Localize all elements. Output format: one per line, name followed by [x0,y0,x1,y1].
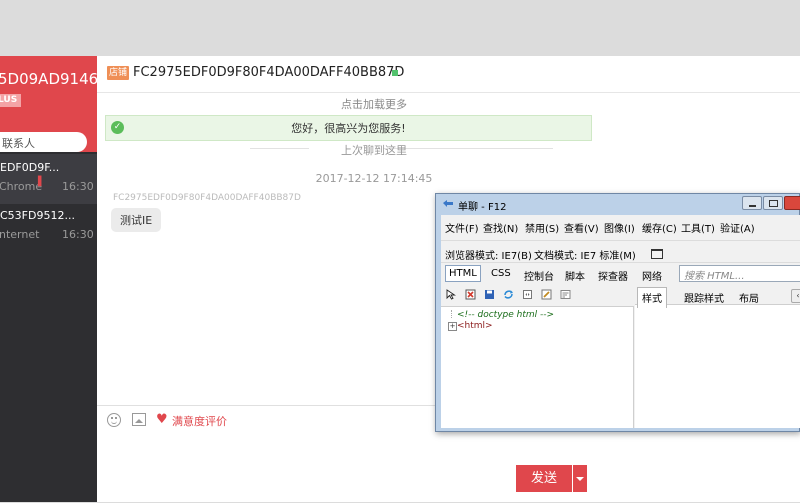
devtools-menubar: 文件(F) 查找(N) 禁用(S) 查看(V) 图像(I) 缓存(C) 工具(T… [441,215,800,237]
sidebar: 5D09AD9146... LUS 联系人 EDF0D9F... Chrome … [0,56,97,502]
menu-file[interactable]: 文件(F) [445,220,479,235]
contact-search-input[interactable]: 联系人 [0,132,87,152]
tab-layout[interactable]: 布局 [736,289,762,306]
devtools-window[interactable]: 单聊 - F12 文件(F) 查找(N) 禁用(S) 查看(V) 图像(I) 缓… [435,193,800,432]
online-status-icon [392,70,398,76]
session-id: C53FD9512... [0,209,75,222]
chat-header: 店铺 FC2975EDF0D9F80F4DA00DAFF40BB87D [97,56,800,93]
current-user-panel: 5D09AD9146... LUS 联系人 [0,56,97,152]
message-bubble: 测试IE [111,208,162,232]
devtools-modebar: 浏览器模式: IE7(B) 文档模式: IE7 标准(M) [441,240,800,262]
style-panel-tabs: 样式 跟踪样式 布局 ‹ [635,286,800,308]
last-read-text: 上次聊到这里 [341,144,407,157]
html-search-placeholder: 搜索 HTML... [684,271,745,282]
maximize-button[interactable] [763,196,783,210]
send-options-dropdown[interactable] [573,465,587,492]
session-item[interactable]: C53FD9512... nternet 16:30 [0,202,97,252]
session-time: 16:30 [62,228,94,241]
send-button[interactable]: 发送 [516,465,572,492]
menu-disable[interactable]: 禁用(S) [525,220,559,235]
menu-tools[interactable]: 工具(T) [681,220,715,235]
emoji-icon[interactable] [107,413,121,427]
chat-title: FC2975EDF0D9F80F4DA00DAFF40BB87D [133,65,405,80]
devtools-titlebar[interactable]: 单聊 - F12 [436,194,800,214]
user-badge: LUS [0,94,22,107]
menu-images[interactable]: 图像(I) [604,220,635,235]
message-timestamp: 2017-12-12 17:14:45 [315,172,433,185]
expand-node-icon[interactable]: + [448,322,457,331]
tab-console[interactable]: 控制台 [522,267,556,284]
tree-guide-line [451,310,453,318]
dom-node-html[interactable]: <html> [457,321,493,331]
html-search-input[interactable]: 搜索 HTML... [679,265,800,282]
shop-tag: 店铺 [107,66,130,80]
tab-script[interactable]: 脚本 [563,267,587,284]
contact-search-placeholder: 联系人 [2,137,35,150]
top-background [0,0,800,56]
document-mode-menu[interactable]: 文档模式: IE7 标准(M) [534,247,636,262]
window-icon[interactable] [651,249,663,259]
word-wrap-icon[interactable] [560,289,571,300]
style-panel: 样式 跟踪样式 布局 ‹ [635,286,800,428]
satisfaction-rating-link[interactable]: 满意度评价 [172,413,227,429]
tab-network[interactable]: 网络 [640,267,664,284]
session-browser: nternet [0,228,40,241]
close-button[interactable] [784,196,800,210]
browser-mode-menu[interactable]: 浏览器模式: IE7(B) [445,247,532,262]
menu-cache[interactable]: 缓存(C) [642,220,677,235]
load-more-link[interactable]: 点击加载更多 [97,96,651,112]
tab-css[interactable]: CSS [489,267,513,280]
refresh-icon[interactable] [503,289,514,300]
devtools-tabbar: HTML CSS 控制台 脚本 探查器 网络 搜索 HTML... [441,262,800,285]
welcome-banner: ✓ 您好，很高兴为您服务! [105,115,592,141]
save-icon[interactable] [484,289,495,300]
menu-view[interactable]: 查看(V) [564,220,599,235]
session-item[interactable]: EDF0D9F... Chrome ▌ 16:30 [0,154,97,204]
tab-profiler[interactable]: 探查器 [596,267,630,284]
dom-tree-icon[interactable] [522,289,533,300]
session-time: 16:30 [62,180,94,193]
devtools-title: 单聊 - F12 [458,202,507,213]
last-read-divider: 上次聊到这里 [97,142,651,157]
select-element-icon[interactable] [446,289,457,300]
tab-style[interactable]: 样式 [637,287,667,308]
clear-outline-icon[interactable] [465,289,476,300]
html-toolbar [441,286,633,304]
menu-find[interactable]: 查找(N) [483,220,518,235]
minimize-button[interactable] [742,196,762,210]
session-browser: Chrome [0,180,43,193]
more-tabs-icon[interactable]: ‹ [791,289,800,303]
tab-trace-styles[interactable]: 跟踪样式 [681,289,727,306]
heart-icon[interactable]: ♥ [156,413,168,426]
message-sender: FC2975EDF0D9F80F4DA00DAFF40BB87D [113,193,301,203]
tab-html[interactable]: HTML [445,265,481,282]
dom-tree[interactable]: <!-- doctype html --> + <html> [441,306,634,428]
devtools-app-icon [443,200,453,207]
current-user-name: 5D09AD9146... [0,70,97,88]
session-id: EDF0D9F... [0,161,60,174]
image-icon[interactable] [132,413,146,426]
browser-flag-icon: ▌ [38,177,45,187]
welcome-text: 您好，很高兴为您服务! [291,122,406,135]
dom-node-doctype[interactable]: <!-- doctype html --> [457,310,554,320]
edit-icon[interactable] [541,289,552,300]
menu-validate[interactable]: 验证(A) [720,220,755,235]
devtools-body: 文件(F) 查找(N) 禁用(S) 查看(V) 图像(I) 缓存(C) 工具(T… [441,215,800,428]
